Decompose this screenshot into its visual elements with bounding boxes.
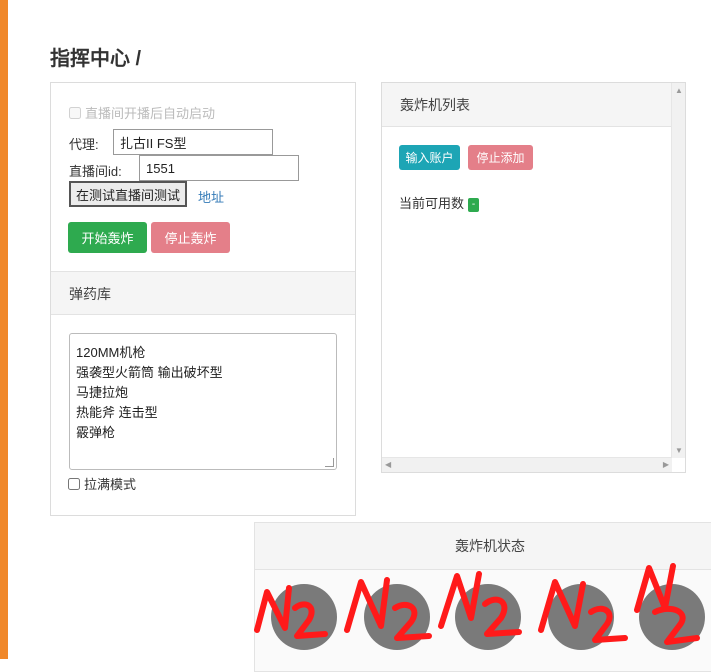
address-link[interactable]: 地址 <box>198 187 224 206</box>
ammo-line: 120MM机枪 <box>76 345 146 360</box>
room-id-input[interactable] <box>139 155 299 181</box>
ammo-panel-header: 弹药库 <box>51 271 355 315</box>
agent-input[interactable] <box>113 129 273 155</box>
stop-bomb-button[interactable]: 停止轰炸 <box>151 222 230 253</box>
stop-add-button[interactable]: 停止添加 <box>468 145 533 170</box>
start-bomb-button[interactable]: 开始轰炸 <box>68 222 147 253</box>
left-accent-bar <box>0 0 8 659</box>
bomber-list-header: 轰炸机列表 <box>382 83 672 127</box>
agent-label: 代理: <box>69 137 99 152</box>
test-room-button[interactable]: 在测试直播间测试 <box>69 181 188 207</box>
ammo-panel-title: 弹药库 <box>69 286 111 302</box>
input-account-button[interactable]: 输入账户 <box>399 145 460 170</box>
handwritten-n2-scribbles <box>254 563 700 645</box>
autostart-checkbox[interactable] <box>69 106 81 119</box>
ammo-line: 强袭型火箭筒 输出破坏型 <box>76 365 223 380</box>
autostart-label: 直播间开播后自动启动 <box>85 106 216 121</box>
scroll-right-icon[interactable]: ▶ <box>663 460 669 469</box>
vertical-scrollbar[interactable]: ▲ ▼ <box>671 83 685 458</box>
fill-mode-label: 拉满模式 <box>84 477 137 492</box>
control-panel: 直播间开播后自动启动 代理: 直播间id: 在测试直播间测试 地址 开始轰炸 停… <box>50 82 356 516</box>
available-count-label: 当前可用数 <box>399 196 465 211</box>
page-title: 指挥中心 / <box>50 48 142 70</box>
ammo-line: 热能斧 连击型 <box>76 405 158 420</box>
bomber-status-title: 轰炸机状态 <box>455 538 525 554</box>
ammo-line: 马捷拉炮 <box>76 385 129 400</box>
ammo-line: 霰弹枪 <box>76 425 116 440</box>
available-count-badge: - <box>468 197 480 212</box>
autostart-checkbox-row[interactable]: 直播间开播后自动启动 <box>69 103 215 122</box>
available-count-row: 当前可用数 - <box>399 193 480 212</box>
horizontal-scrollbar[interactable]: ◀ ▶ <box>382 457 672 472</box>
bomber-list-panel: 轰炸机列表 输入账户 停止添加 当前可用数 - ▲ ▼ ◀ ▶ <box>381 82 686 473</box>
room-id-label: 直播间id: <box>69 164 122 179</box>
bomber-list-title: 轰炸机列表 <box>400 97 470 113</box>
resize-grip-icon[interactable] <box>325 458 334 467</box>
ammo-textarea[interactable]: 120MM机枪 强袭型火箭筒 输出破坏型 马捷拉炮 热能斧 连击型 霰弹枪 <box>69 333 337 470</box>
scroll-left-icon[interactable]: ◀ <box>385 460 391 469</box>
scroll-up-icon[interactable]: ▲ <box>675 86 683 95</box>
fill-mode-checkbox-row[interactable]: 拉满模式 <box>68 474 136 493</box>
scroll-down-icon[interactable]: ▼ <box>675 446 683 455</box>
fill-mode-checkbox[interactable] <box>68 477 80 490</box>
